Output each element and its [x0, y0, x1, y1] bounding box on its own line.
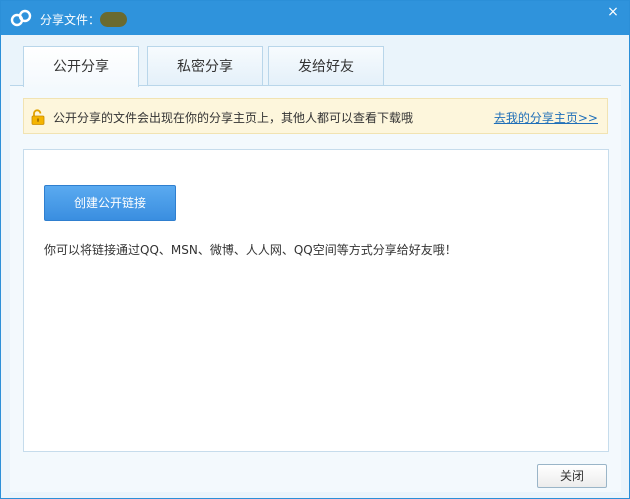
share-app-icon [10, 9, 32, 27]
unlocked-padlock-icon [31, 109, 45, 125]
redacted-filename [100, 12, 127, 27]
share-hint-text: 你可以将链接通过QQ、MSN、微博、人人网、QQ空间等方式分享给好友哦！ [44, 243, 457, 257]
tab-private-share[interactable]: 私密分享 [147, 46, 263, 85]
my-share-homepage-link[interactable]: 去我的分享主页>> [494, 109, 598, 126]
notice-text: 公开分享的文件会出现在你的分享主页上，其他人都可以查看下载哦 [53, 111, 414, 125]
share-dialog: 分享文件： × 公开分享 私密分享 发给好友 公开分享的文件会出现在你的分享主页… [0, 0, 630, 499]
create-public-link-button[interactable]: 创建公开链接 [44, 185, 176, 221]
tab-public-share[interactable]: 公开分享 [23, 46, 139, 87]
share-content-area: 创建公开链接 你可以将链接通过QQ、MSN、微博、人人网、QQ空间等方式分享给好… [23, 149, 609, 452]
tab-send-to-friends[interactable]: 发给好友 [268, 46, 384, 85]
title-bar[interactable]: 分享文件： × [1, 1, 629, 35]
tab-panel: 公开分享的文件会出现在你的分享主页上，其他人都可以查看下载哦 去我的分享主页>>… [10, 85, 621, 492]
notice-bar: 公开分享的文件会出现在你的分享主页上，其他人都可以查看下载哦 去我的分享主页>> [23, 98, 608, 134]
close-button[interactable]: 关闭 [537, 464, 607, 488]
window-title: 分享文件： [40, 13, 101, 27]
close-icon[interactable]: × [605, 4, 621, 20]
